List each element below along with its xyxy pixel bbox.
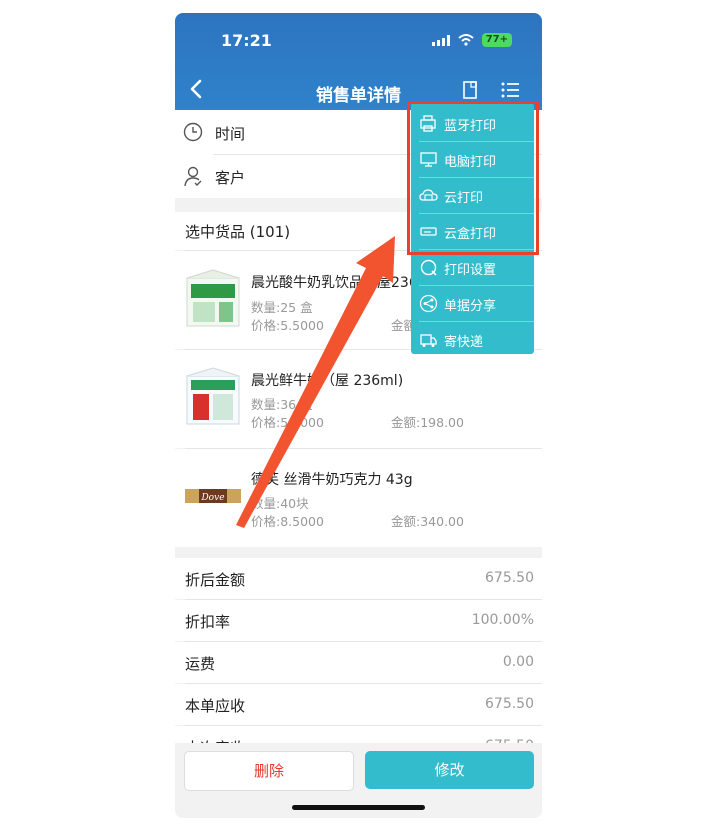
menu-item-share[interactable]: 单据分享 xyxy=(411,286,534,321)
bottom-action-bar: 删除 修改 xyxy=(175,743,542,818)
product-image: Dove xyxy=(185,489,241,503)
copy-icon[interactable] xyxy=(459,79,481,101)
print-settings-icon xyxy=(420,259,437,276)
summary-value: 100.00% xyxy=(471,612,534,628)
menu-item-label: 单据分享 xyxy=(444,299,497,314)
product-price: 价格:8.5000 xyxy=(251,514,324,529)
phone-screen: 17:21 77+ 销售单详情 时间 客户 选中货品 (101) 晨光酸牛奶乳饮… xyxy=(175,13,542,818)
product-qty: 数量:25 盒 xyxy=(251,300,313,315)
menu-item-print-settings[interactable]: 打印设置 xyxy=(411,250,534,285)
product-price: 价格:5.5000 xyxy=(251,318,324,333)
menu-item-express[interactable]: 寄快递 xyxy=(411,322,534,357)
product-name: 晨光鲜牛奶（屋 236ml) xyxy=(251,373,404,389)
status-time: 17:21 xyxy=(221,31,272,50)
summary-value: 0.00 xyxy=(502,654,534,670)
share-icon xyxy=(419,294,438,313)
summary-row: 本单应收 675.50 xyxy=(175,684,542,725)
customer-label[interactable]: 客户 xyxy=(215,167,245,188)
product-amount: 金额:198.00 xyxy=(391,415,464,430)
summary-row: 折扣率 100.00% xyxy=(175,600,542,641)
signal-icon xyxy=(431,34,450,46)
menu-item-label: 打印设置 xyxy=(444,263,497,278)
edit-button[interactable]: 修改 xyxy=(365,751,534,789)
product-name: 晨光酸牛奶乳饮品（屋236 xyxy=(251,275,418,291)
summary-row: 折后金额 675.50 xyxy=(175,558,542,599)
product-image xyxy=(186,367,240,425)
product-amount: 金额:340.00 xyxy=(391,514,464,529)
customer-icon xyxy=(184,166,202,187)
status-icons: 77+ xyxy=(431,33,512,47)
summary-label: 折后金额 xyxy=(185,571,246,589)
svg-text:Dove: Dove xyxy=(200,493,224,503)
product-price: 价格:5.5000 xyxy=(251,415,324,430)
summary-label: 本单应收 xyxy=(185,697,246,715)
wifi-icon xyxy=(458,34,474,46)
product-name: 德芙 丝滑牛奶巧克力 43g xyxy=(251,472,413,488)
express-delivery-icon xyxy=(420,334,437,347)
summary-row: 运费 0.00 xyxy=(175,642,542,683)
summary-label: 运费 xyxy=(185,655,216,673)
delete-button[interactable]: 删除 xyxy=(184,751,354,791)
product-item[interactable]: Dove 德芙 丝滑牛奶巧克力 43g 数量:40块 价格:8.5000 金额:… xyxy=(175,449,542,547)
summary-value: 675.50 xyxy=(485,696,534,712)
app-header: 17:21 77+ 销售单详情 xyxy=(175,13,542,110)
product-qty: 数量:36 盒 xyxy=(251,397,313,412)
product-image xyxy=(186,269,240,327)
home-indicator xyxy=(292,805,425,810)
menu-item-label: 寄快递 xyxy=(444,335,484,350)
product-item[interactable]: 晨光鲜牛奶（屋 236ml) 数量:36 盒 价格:5.5000 金额:198.… xyxy=(175,350,542,448)
more-menu-icon[interactable] xyxy=(499,79,521,101)
time-label[interactable]: 时间 xyxy=(215,123,245,144)
clock-icon xyxy=(183,122,203,142)
highlight-box xyxy=(407,101,539,255)
goods-header-label: 选中货品 (101) xyxy=(185,223,291,241)
product-qty: 数量:40块 xyxy=(251,496,309,511)
summary-label: 折扣率 xyxy=(185,613,231,631)
battery-icon: 77+ xyxy=(481,33,512,47)
summary-value: 675.50 xyxy=(485,570,534,586)
